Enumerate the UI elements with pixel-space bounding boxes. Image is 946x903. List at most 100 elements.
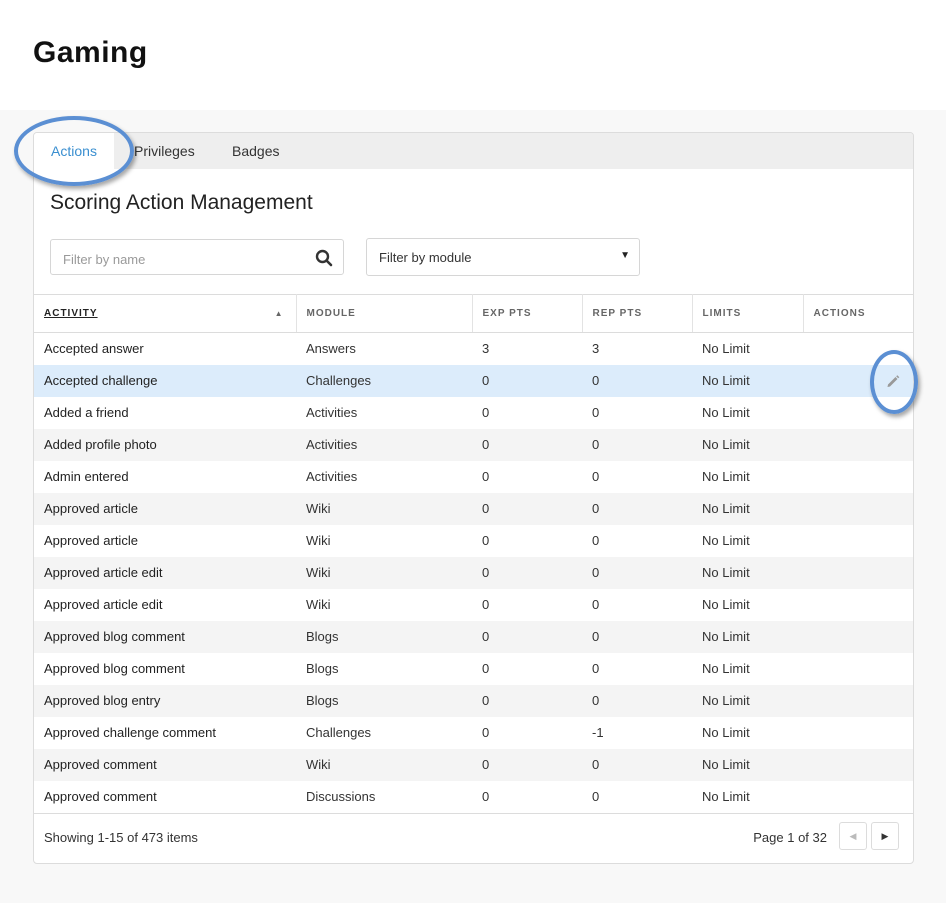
- table-row[interactable]: Added a friend Activities 0 0 No Limit: [34, 397, 913, 429]
- column-header-limits[interactable]: LIMITS: [692, 294, 804, 333]
- module-cell: Discussions: [306, 789, 376, 804]
- limits-cell: No Limit: [702, 469, 750, 484]
- activity-cell: Approved comment: [44, 757, 157, 772]
- module-cell: Blogs: [306, 693, 339, 708]
- module-cell: Blogs: [306, 661, 339, 676]
- column-header-exp-pts[interactable]: EXP PTS: [472, 294, 583, 333]
- chevron-right-icon: ▶: [881, 831, 889, 841]
- exp-pts-cell: 0: [482, 501, 490, 516]
- previous-page-button[interactable]: ◀: [839, 822, 867, 850]
- actions-cell: [803, 621, 913, 653]
- page-indicator: Page 1 of 32: [753, 830, 827, 845]
- actions-cell: [803, 461, 913, 493]
- module-cell: Wiki: [306, 565, 331, 580]
- table-row[interactable]: Admin entered Activities 0 0 No Limit: [34, 461, 913, 493]
- table-row[interactable]: Approved article edit Wiki 0 0 No Limit: [34, 589, 913, 621]
- limits-cell: No Limit: [702, 405, 750, 420]
- rep-pts-cell: 0: [592, 565, 600, 580]
- rep-pts-cell: -1: [592, 725, 604, 740]
- actions-cell: [803, 653, 913, 685]
- filter-name-field[interactable]: [50, 239, 344, 275]
- actions-cell: [803, 749, 913, 781]
- actions-cell: [803, 365, 913, 397]
- tab-badges[interactable]: Badges: [232, 133, 279, 169]
- table-body: Accepted answer Answers 3 3 No Limit Accepted…: [34, 333, 913, 813]
- rep-pts-cell: 0: [592, 661, 600, 676]
- limits-cell: No Limit: [702, 565, 750, 580]
- actions-cell: [803, 717, 913, 749]
- limits-cell: No Limit: [702, 629, 750, 644]
- limits-cell: No Limit: [702, 341, 750, 357]
- actions-cell: [803, 397, 913, 429]
- actions-cell: [803, 333, 913, 365]
- items-count: Showing 1-15 of 473 items: [44, 830, 198, 845]
- tab-actions[interactable]: Actions: [34, 133, 114, 169]
- exp-pts-cell: 0: [482, 373, 490, 388]
- table-header-row: ACTIVITY ▲ MODULE EXP PTS REP PTS LIMITS …: [34, 294, 913, 333]
- column-header-module[interactable]: MODULE: [296, 294, 473, 333]
- activity-cell: Admin entered: [44, 469, 129, 484]
- rep-pts-cell: 0: [592, 693, 600, 708]
- exp-pts-cell: 0: [482, 533, 490, 548]
- next-page-button[interactable]: ▶: [871, 822, 899, 850]
- activity-cell: Approved article edit: [44, 565, 163, 580]
- actions-cell: [803, 493, 913, 525]
- table-row[interactable]: Approved blog comment Blogs 0 0 No Limit: [34, 620, 913, 653]
- limits-cell: No Limit: [702, 437, 750, 452]
- table-row[interactable]: Approved challenge comment Challenges 0 -1 N…: [34, 717, 913, 749]
- dropdown-caret-icon: ▼: [620, 250, 630, 261]
- limits-cell: No Limit: [702, 533, 750, 548]
- pencil-icon[interactable]: [885, 373, 901, 389]
- table-row[interactable]: Approved comment Wiki 0 0 No Limit: [34, 748, 913, 781]
- activity-cell: Added a friend: [44, 405, 129, 420]
- module-cell: Activities: [306, 405, 358, 420]
- table-row[interactable]: Approved comment Discussions 0 0 No Limit: [34, 781, 913, 813]
- limits-cell: No Limit: [702, 789, 750, 804]
- tab-bar: Actions Privileges Badges: [34, 133, 913, 169]
- table-row[interactable]: Approved article Wiki 0 0 No Limit: [34, 492, 913, 525]
- module-cell: Activities: [306, 469, 358, 484]
- tab-privileges[interactable]: Privileges: [134, 133, 195, 169]
- table-row[interactable]: Accepted challenge Challenges 0 0 No Limit: [34, 364, 913, 397]
- table-row[interactable]: Approved blog entry Blogs 0 0 No Limit: [34, 684, 913, 717]
- rep-pts-cell: 0: [592, 597, 600, 612]
- page-header: Gaming: [0, 0, 946, 110]
- activity-cell: Accepted challenge: [44, 373, 158, 388]
- sort-asc-icon: ▲: [274, 309, 284, 318]
- limits-cell: No Limit: [702, 725, 750, 740]
- rep-pts-cell: 0: [592, 373, 600, 388]
- rep-pts-cell: 0: [592, 469, 600, 484]
- actions-panel: Actions Privileges Badges Scoring Action…: [33, 132, 914, 864]
- rep-pts-cell: 0: [592, 629, 600, 644]
- activity-cell: Approved blog entry: [44, 693, 161, 708]
- activity-cell: Approved article: [44, 501, 138, 516]
- rep-pts-cell: 3: [592, 341, 600, 357]
- chevron-left-icon: ◀: [849, 831, 857, 841]
- activity-cell: Added profile photo: [44, 437, 157, 452]
- actions-cell: [803, 685, 913, 717]
- actions-cell: [803, 557, 913, 589]
- column-header-activity[interactable]: ACTIVITY ▲: [34, 294, 297, 333]
- table-row[interactable]: Approved article edit Wiki 0 0 No Limit: [34, 556, 913, 589]
- table-row[interactable]: Approved blog comment Blogs 0 0 No Limit: [34, 653, 913, 685]
- exp-pts-cell: 0: [482, 597, 490, 612]
- exp-pts-cell: 0: [482, 693, 490, 708]
- filter-module-select[interactable]: Filter by module ▼: [366, 238, 640, 276]
- activity-cell: Approved blog comment: [44, 629, 185, 644]
- module-cell: Blogs: [306, 629, 339, 644]
- module-cell: Wiki: [306, 501, 331, 516]
- actions-cell: [803, 429, 913, 461]
- page-title: Gaming: [33, 36, 148, 69]
- table-row[interactable]: Accepted answer Answers 3 3 No Limit: [34, 333, 913, 365]
- exp-pts-cell: 0: [482, 661, 490, 676]
- limits-cell: No Limit: [702, 693, 750, 708]
- column-header-actions: ACTIONS: [803, 294, 913, 333]
- search-icon[interactable]: [315, 249, 333, 267]
- exp-pts-cell: 0: [482, 437, 490, 452]
- module-cell: Answers: [306, 341, 356, 357]
- column-header-rep-pts[interactable]: REP PTS: [582, 294, 693, 333]
- filter-name-input[interactable]: [61, 248, 305, 270]
- table-row[interactable]: Added profile photo Activities 0 0 No Limit: [34, 428, 913, 461]
- activity-cell: Approved article: [44, 533, 138, 548]
- table-row[interactable]: Approved article Wiki 0 0 No Limit: [34, 525, 913, 557]
